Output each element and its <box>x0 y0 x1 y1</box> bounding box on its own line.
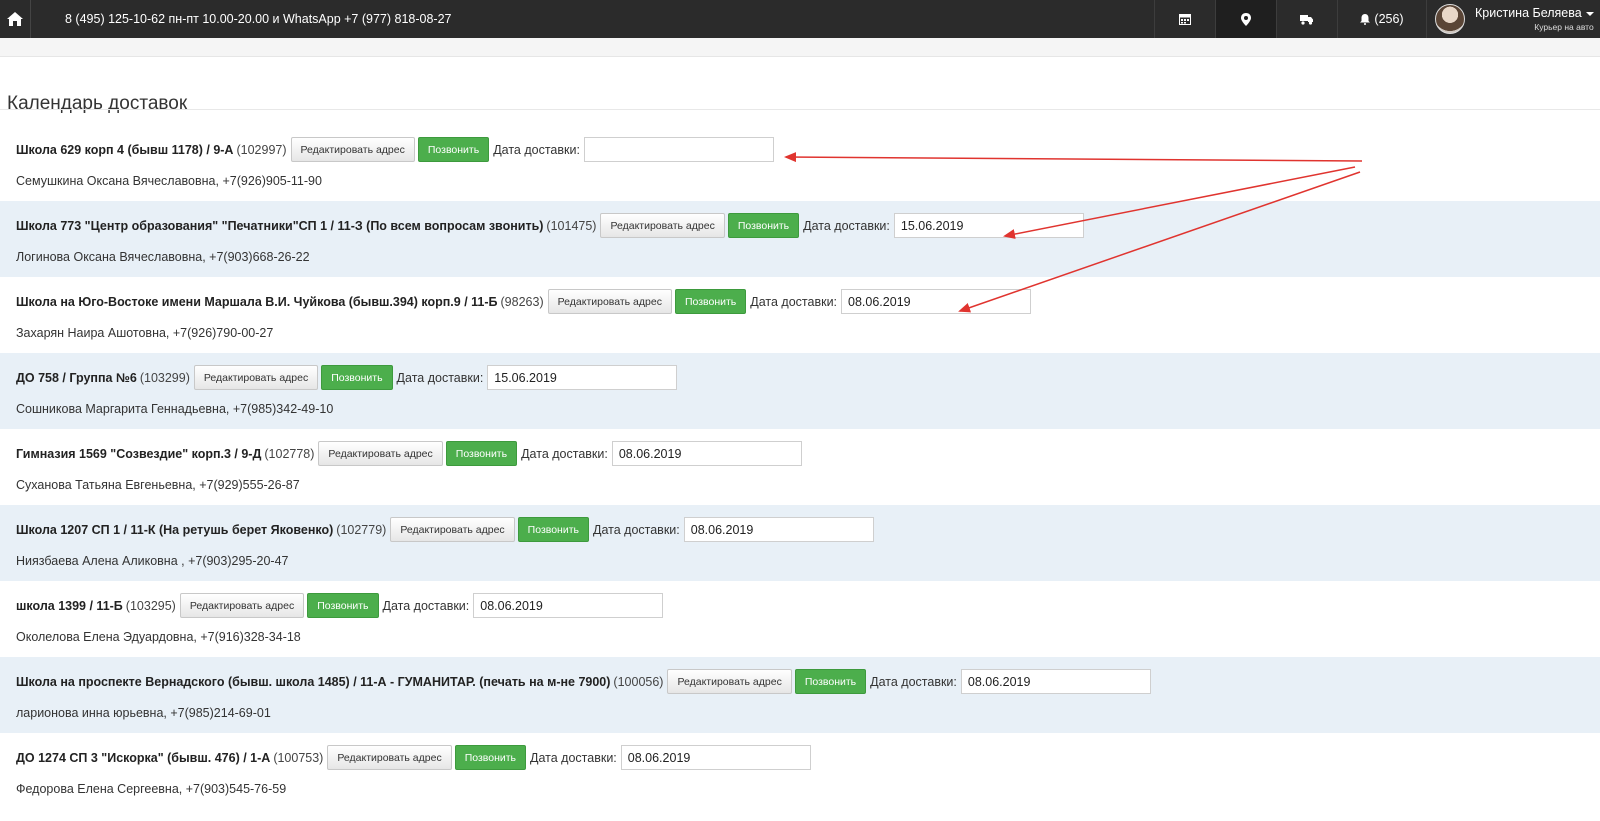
order-code: (98263) <box>500 294 544 309</box>
edit-address-button[interactable]: Редактировать адрес <box>390 517 515 542</box>
delivery-date-label: Дата доставки: <box>493 142 580 157</box>
contact-person: Суханова Татьяна Евгеньевна, +7(929)555-… <box>16 478 300 492</box>
call-button[interactable]: Позвонить <box>445 441 518 466</box>
title-divider <box>0 109 1600 110</box>
school-name: Школа на Юго-Востоке имени Маршала В.И. … <box>16 294 498 309</box>
call-button[interactable]: Позвонить <box>321 365 393 390</box>
notification-count: (256) <box>1374 12 1404 26</box>
sub-header <box>0 38 1600 57</box>
calendar-icon <box>1179 13 1191 25</box>
order-code: (102997) <box>236 142 287 157</box>
user-name: Кристина Беляева <box>1475 6 1582 20</box>
contact-person: Околелова Елена Эдуардовна, +7(916)328-3… <box>16 630 301 644</box>
school-name: ДО 1274 СП 3 "Искорка" (бывш. 476) / 1-А <box>16 750 271 765</box>
edit-address-button[interactable]: Редактировать адрес <box>290 137 415 162</box>
order-code: (100056) <box>613 674 664 689</box>
school-name: Школа 1207 СП 1 / 11-К (На ретушь берет … <box>16 522 334 537</box>
delivery-row: Гимназия 1569 "Созвездие" корп.3 / 9-Д (… <box>0 429 1600 505</box>
call-button[interactable]: Позвонить <box>674 289 747 314</box>
edit-address-button[interactable]: Редактировать адрес <box>327 745 452 770</box>
delivery-date-label: Дата доставки: <box>750 294 838 309</box>
contact-person: Семушкина Оксана Вячеславовна, +7(926)90… <box>16 174 322 188</box>
delivery-date-input[interactable] <box>473 593 664 618</box>
delivery-row: Школа 1207 СП 1 / 11-К (На ретушь берет … <box>0 505 1600 581</box>
contact-person: Федорова Елена Сергеевна, +7(903)545-76-… <box>16 782 287 796</box>
delivery-row: Школа на Юго-Востоке имени Маршала В.И. … <box>0 277 1600 353</box>
contact-person: Захарян Наира Ашотовна, +7(926)790-00-27 <box>16 326 274 340</box>
delivery-date-label: Дата доставки: <box>870 674 957 689</box>
call-button[interactable]: Позвонить <box>417 137 490 162</box>
school-name: Гимназия 1569 "Созвездие" корп.3 / 9-Д <box>16 446 262 461</box>
user-menu[interactable]: Кристина Беляева Курьер на авто <box>1426 0 1600 38</box>
contact-person: Ниязбаева Алена Аликовна , +7(903)295-20… <box>16 554 289 568</box>
delivery-date-label: Дата доставки: <box>396 370 484 385</box>
order-code: (103299) <box>139 370 190 385</box>
bell-icon <box>1360 13 1371 25</box>
order-code: (102778) <box>264 446 315 461</box>
school-name: Школа 629 корп 4 (бывш 1178) / 9-А <box>16 142 234 157</box>
edit-address-button[interactable]: Редактировать адрес <box>179 593 305 618</box>
contact-person: Сошникова Маргарита Геннадьевна, +7(985)… <box>16 402 334 416</box>
delivery-date-label: Дата доставки: <box>521 446 608 461</box>
call-button[interactable]: Позвонить <box>794 669 867 694</box>
order-code: (101475) <box>546 218 597 233</box>
delivery-date-input[interactable] <box>841 289 1032 314</box>
delivery-row: Школа 629 корп 4 (бывш 1178) / 9-А (1029… <box>0 125 1600 201</box>
delivery-date-input[interactable] <box>583 137 774 162</box>
home-icon <box>7 12 23 26</box>
call-button[interactable]: Позвонить <box>517 517 589 542</box>
avatar <box>1435 4 1465 34</box>
delivery-date-label: Дата доставки: <box>382 598 470 613</box>
page-title: Календарь доставок <box>7 92 188 114</box>
delivery-row: Школа 773 "Центр образования" "Печатники… <box>0 201 1600 277</box>
home-button[interactable] <box>0 0 30 38</box>
chevron-down-icon <box>1585 11 1594 16</box>
order-code: (100753) <box>273 750 324 765</box>
delivery-date-input[interactable] <box>620 745 811 770</box>
edit-address-button[interactable]: Редактировать адрес <box>667 669 792 694</box>
contact-person: Логинова Оксана Вячеславовна, +7(903)668… <box>16 250 310 264</box>
map-marker-icon <box>1241 12 1251 26</box>
delivery-date-input[interactable] <box>487 365 678 390</box>
user-role: Курьер на авто <box>1534 21 1594 32</box>
user-info: Кристина Беляева Курьер на авто <box>1475 7 1594 31</box>
school-name: ДО 758 / Группа №6 <box>16 370 137 385</box>
school-name: Школа на проспекте Вернадского (бывш. шк… <box>16 674 611 689</box>
call-button[interactable]: Позвонить <box>727 213 800 238</box>
edit-address-button[interactable]: Редактировать адрес <box>318 441 443 466</box>
calendar-button[interactable] <box>1154 0 1215 38</box>
top-navbar: 8 (495) 125-10-62 пн-пт 10.00-20.00 и Wh… <box>0 0 1600 38</box>
delivery-row: школа 1399 / 11-Б (103295) Редактировать… <box>0 581 1600 657</box>
delivery-row: Школа на проспекте Вернадского (бывш. шк… <box>0 657 1600 733</box>
contact-info: 8 (495) 125-10-62 пн-пт 10.00-20.00 и Wh… <box>65 12 452 26</box>
school-name: школа 1399 / 11-Б <box>16 598 123 613</box>
edit-address-button[interactable]: Редактировать адрес <box>547 289 672 314</box>
call-button[interactable]: Позвонить <box>307 593 379 618</box>
delivery-row: ДО 758 / Группа №6 (103299) Редактироват… <box>0 353 1600 429</box>
notifications-button[interactable]: (256) <box>1337 0 1426 38</box>
order-code: (103295) <box>125 598 176 613</box>
call-button[interactable]: Позвонить <box>454 745 527 770</box>
contact-person: ларионова инна юрьевна, +7(985)214-69-01 <box>16 706 271 720</box>
truck-icon <box>1300 14 1314 25</box>
delivery-date-label: Дата доставки: <box>530 750 617 765</box>
delivery-date-input[interactable] <box>960 669 1151 694</box>
map-button[interactable] <box>1215 0 1276 38</box>
edit-address-button[interactable]: Редактировать адрес <box>600 213 725 238</box>
order-code: (102779) <box>336 522 387 537</box>
delivery-row: ДО 1274 СП 3 "Искорка" (бывш. 476) / 1-А… <box>0 733 1600 809</box>
delivery-date-input[interactable] <box>683 517 874 542</box>
delivery-date-label: Дата доставки: <box>593 522 680 537</box>
delivery-button[interactable] <box>1276 0 1337 38</box>
school-name: Школа 773 "Центр образования" "Печатники… <box>16 218 544 233</box>
edit-address-button[interactable]: Редактировать адрес <box>193 365 319 390</box>
delivery-date-input[interactable] <box>893 213 1084 238</box>
delivery-date-label: Дата доставки: <box>803 218 890 233</box>
delivery-date-input[interactable] <box>611 441 802 466</box>
